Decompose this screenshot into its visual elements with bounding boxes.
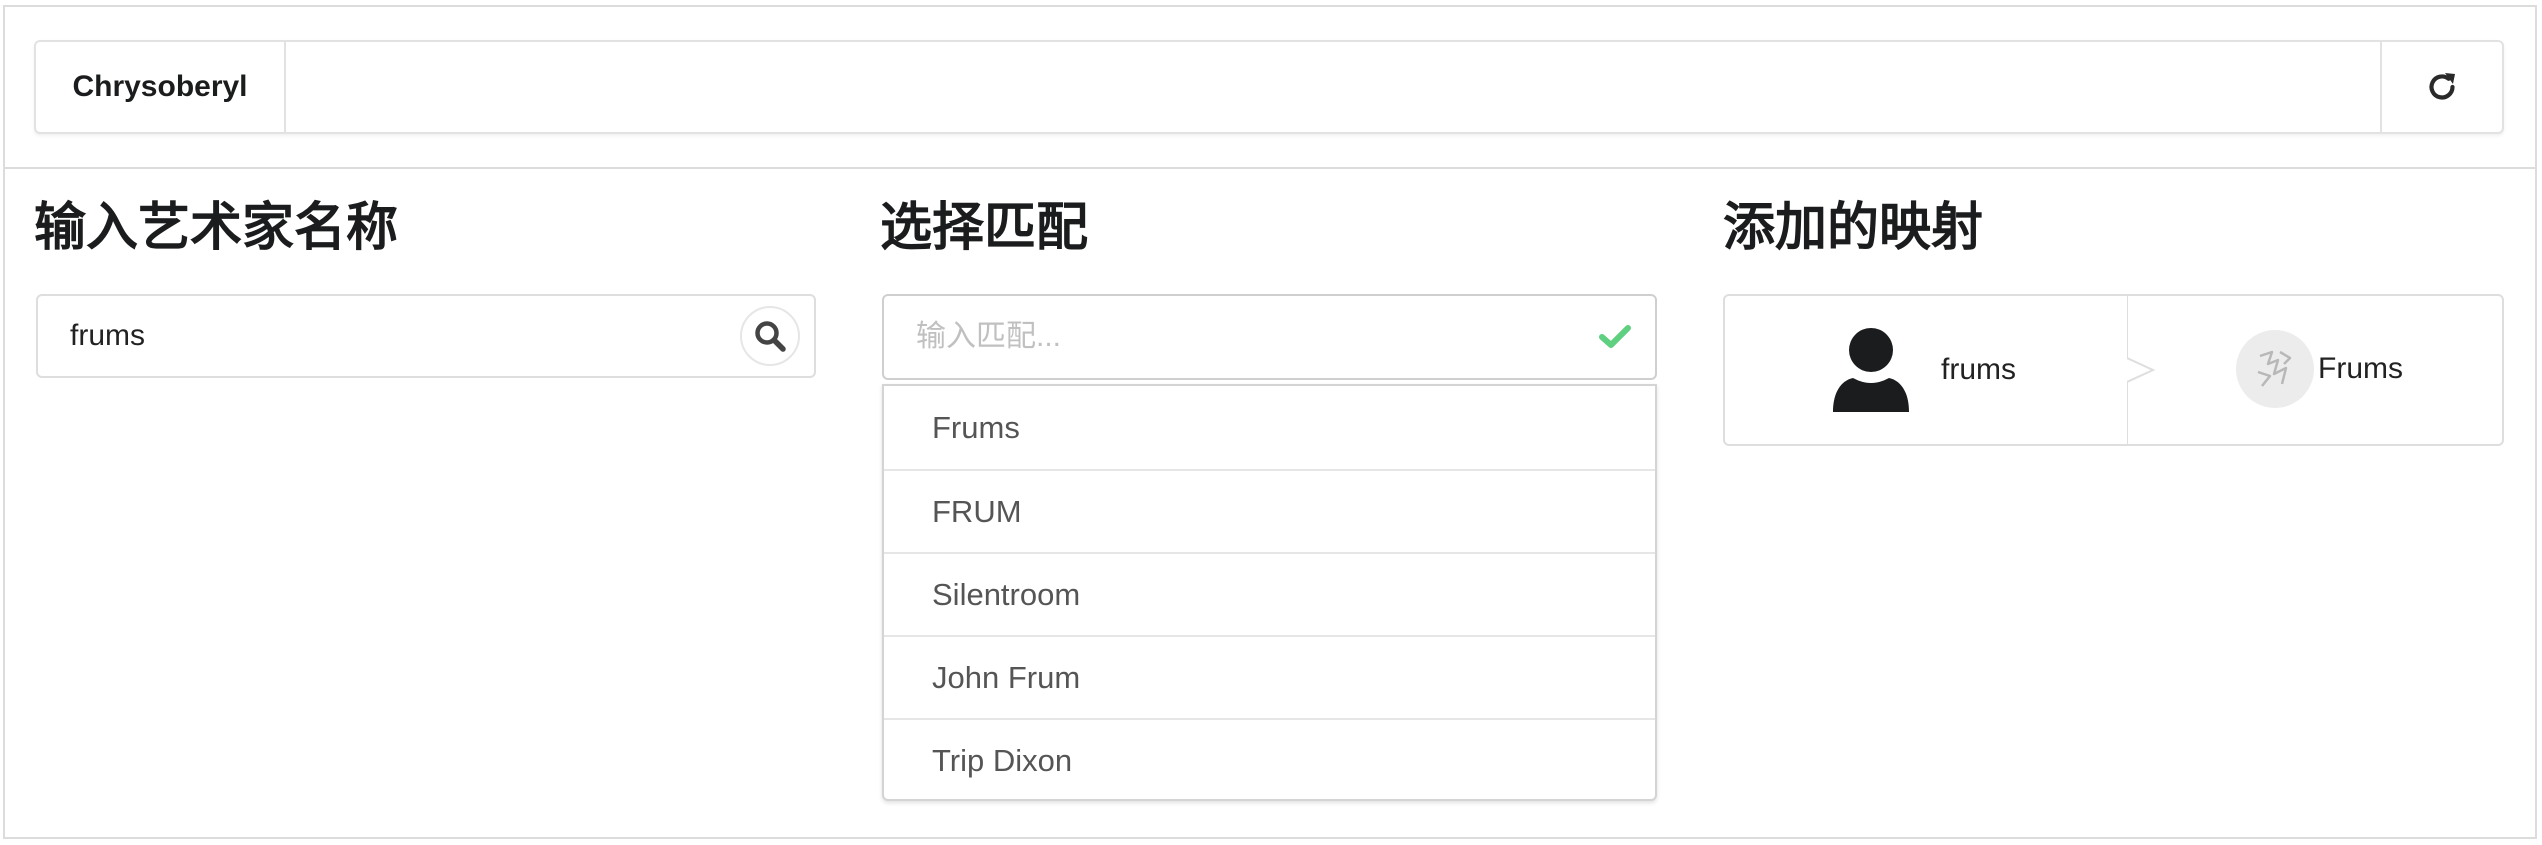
mapping-source-name: frums: [1941, 353, 2016, 386]
match-option[interactable]: John Frum: [884, 635, 1655, 718]
match-option[interactable]: Silentroom: [884, 552, 1655, 635]
check-icon: [1599, 325, 1631, 348]
match-search-box: [882, 294, 1657, 380]
menu-spacer: [286, 42, 2380, 132]
top-menu-bar: Chrysoberyl: [34, 40, 2504, 134]
user-icon: [1833, 328, 1909, 412]
artist-avatar: [2236, 330, 2314, 408]
refresh-button[interactable]: [2380, 42, 2502, 132]
mapping-target-name: Frums: [2318, 352, 2403, 385]
mapping-arrow-divider: [2127, 296, 2156, 444]
artist-name-input[interactable]: [70, 296, 691, 376]
match-dropdown: Frums FRUM Silentroom John Frum Trip Dix…: [882, 384, 1657, 801]
mappings-title: 添加的映射: [1723, 198, 1984, 258]
mapping-source: frums: [1831, 328, 2016, 412]
artist-search-box: [36, 294, 816, 378]
search-button[interactable]: [740, 306, 800, 366]
refresh-icon: [2429, 73, 2455, 100]
mapping-item[interactable]: frums Frums: [1723, 294, 2504, 446]
mapping-target: Frums: [2236, 330, 2403, 408]
app-brand[interactable]: Chrysoberyl: [36, 42, 286, 132]
header-divider: [3, 167, 2537, 169]
select-match-title: 选择匹配: [880, 198, 1089, 258]
match-option[interactable]: Frums: [884, 386, 1655, 469]
match-option[interactable]: Trip Dixon: [884, 718, 1655, 799]
match-option[interactable]: FRUM: [884, 469, 1655, 552]
search-icon: [755, 321, 786, 352]
match-input[interactable]: [916, 296, 1533, 378]
artist-input-title: 输入艺术家名称: [34, 198, 399, 258]
